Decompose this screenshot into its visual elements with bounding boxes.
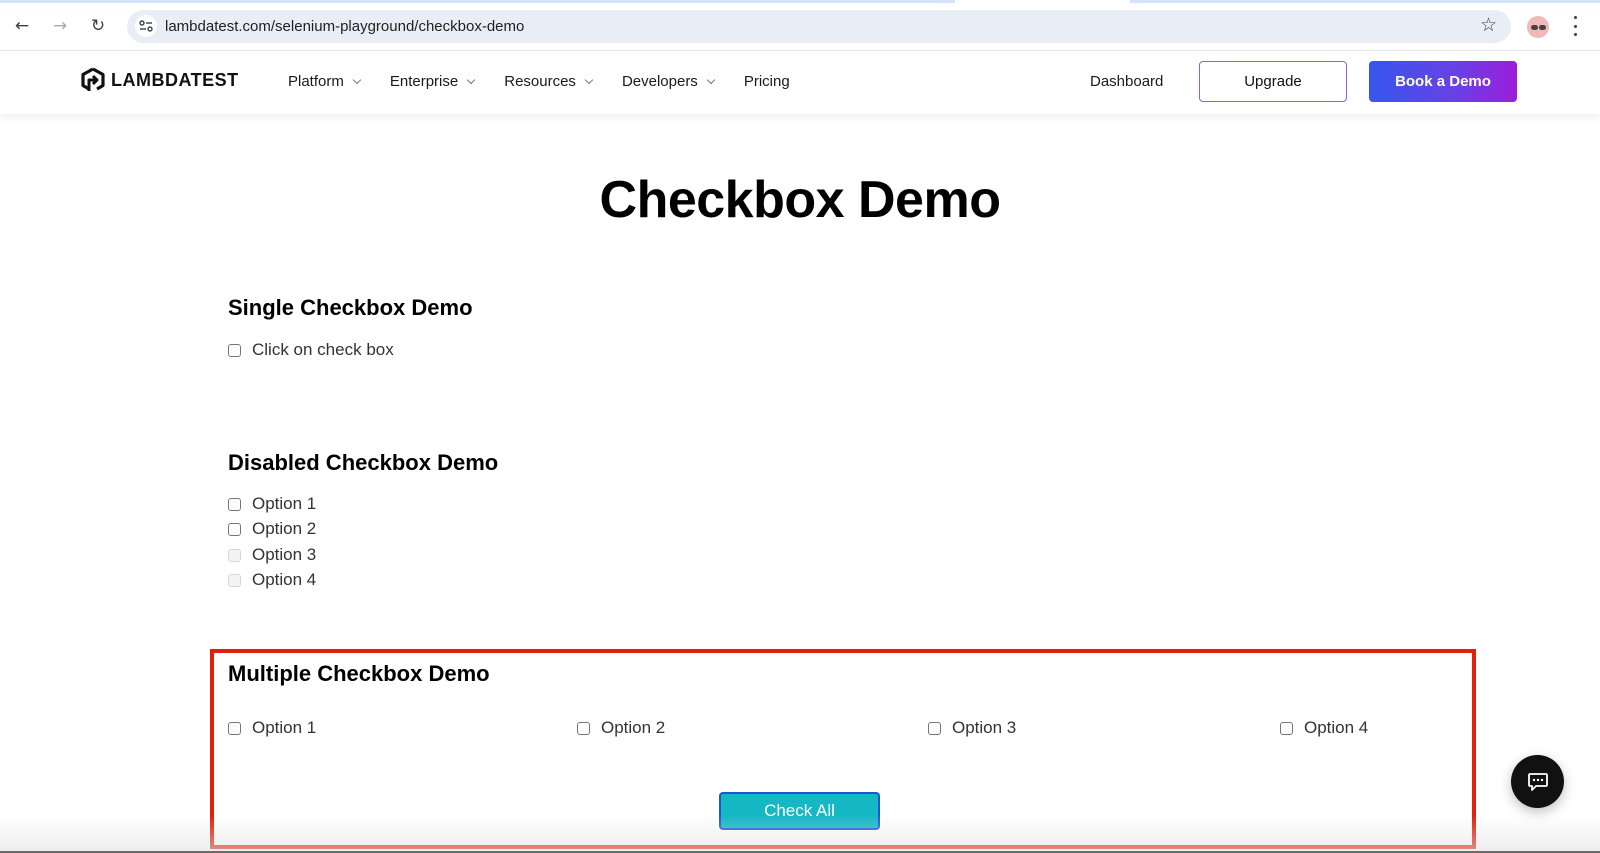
checkbox[interactable] [577,721,590,735]
upgrade-button[interactable]: Upgrade [1199,61,1347,102]
disabled-demo-option-3: Option 3 [228,545,316,565]
chevron-down-icon [584,75,594,84]
disabled-demo-option-4: Option 4 [228,570,316,590]
checkbox[interactable] [1280,721,1293,735]
checkbox[interactable] [228,721,241,735]
chat-bubble-icon [1527,772,1548,791]
chevron-down-icon [352,75,362,84]
forward-button[interactable]: → [47,13,73,39]
url-text[interactable]: lambdatest.com/selenium-playground/check… [165,18,524,35]
single-checkbox-heading: Single Checkbox Demo [228,295,473,320]
disabled-demo-option-1[interactable]: Option 1 [228,494,316,514]
profile-avatar[interactable] [1527,16,1549,38]
nav-enterprise[interactable]: Enterprise [390,73,476,90]
chevron-down-icon [706,75,716,84]
lambdatest-logo[interactable]: LAMBDATEST [81,67,239,93]
multiple-checkbox-heading: Multiple Checkbox Demo [228,661,490,686]
nav-resources[interactable]: Resources [504,73,594,90]
brand-name: LAMBDATEST [111,69,239,90]
checkbox[interactable] [228,343,241,357]
dashboard-link[interactable]: Dashboard [1090,73,1163,90]
address-bar[interactable]: lambdatest.com/selenium-playground/check… [127,10,1511,43]
page-title: Checkbox Demo [599,171,1001,229]
bookmark-star-icon[interactable]: ☆ [1480,14,1497,36]
checkbox[interactable] [228,522,241,536]
chat-widget-button[interactable] [1511,755,1564,808]
multiple-option-3[interactable]: Option 3 [928,718,1016,738]
disabled-checkbox-heading: Disabled Checkbox Demo [228,450,499,475]
book-demo-button[interactable]: Book a Demo [1369,61,1517,102]
reload-icon: ↻ [90,16,106,36]
logo-icon [81,67,105,91]
multiple-option-4[interactable]: Option 4 [1280,718,1368,738]
disabled-demo-option-2[interactable]: Option 2 [228,519,316,539]
checkbox-disabled [228,548,241,562]
nav-platform[interactable]: Platform [288,73,362,90]
reload-button[interactable]: ↻ [85,13,111,39]
chevron-down-icon [466,75,476,84]
site-header: LAMBDATEST Platform Enterprise Resources… [0,52,1600,114]
multiple-option-1[interactable]: Option 1 [228,718,316,738]
multiple-option-2[interactable]: Option 2 [577,718,665,738]
back-button[interactable]: ← [9,13,35,39]
main-nav: Platform Enterprise Resources Developers… [288,73,820,90]
browser-toolbar: ← → ↻ lambdatest.com/selenium-playground… [0,3,1600,51]
forward-icon: → [52,16,68,36]
checkbox[interactable] [928,721,941,735]
single-checkbox[interactable]: Click on check box [228,340,394,360]
back-icon: ← [14,16,30,36]
nav-pricing[interactable]: Pricing [744,73,790,90]
browser-menu-icon[interactable] [1572,16,1578,36]
check-all-button[interactable]: Check All [719,792,880,830]
site-info-icon[interactable] [135,15,157,37]
nav-developers[interactable]: Developers [622,73,716,90]
checkbox[interactable] [228,497,241,511]
checkbox-disabled [228,573,241,587]
